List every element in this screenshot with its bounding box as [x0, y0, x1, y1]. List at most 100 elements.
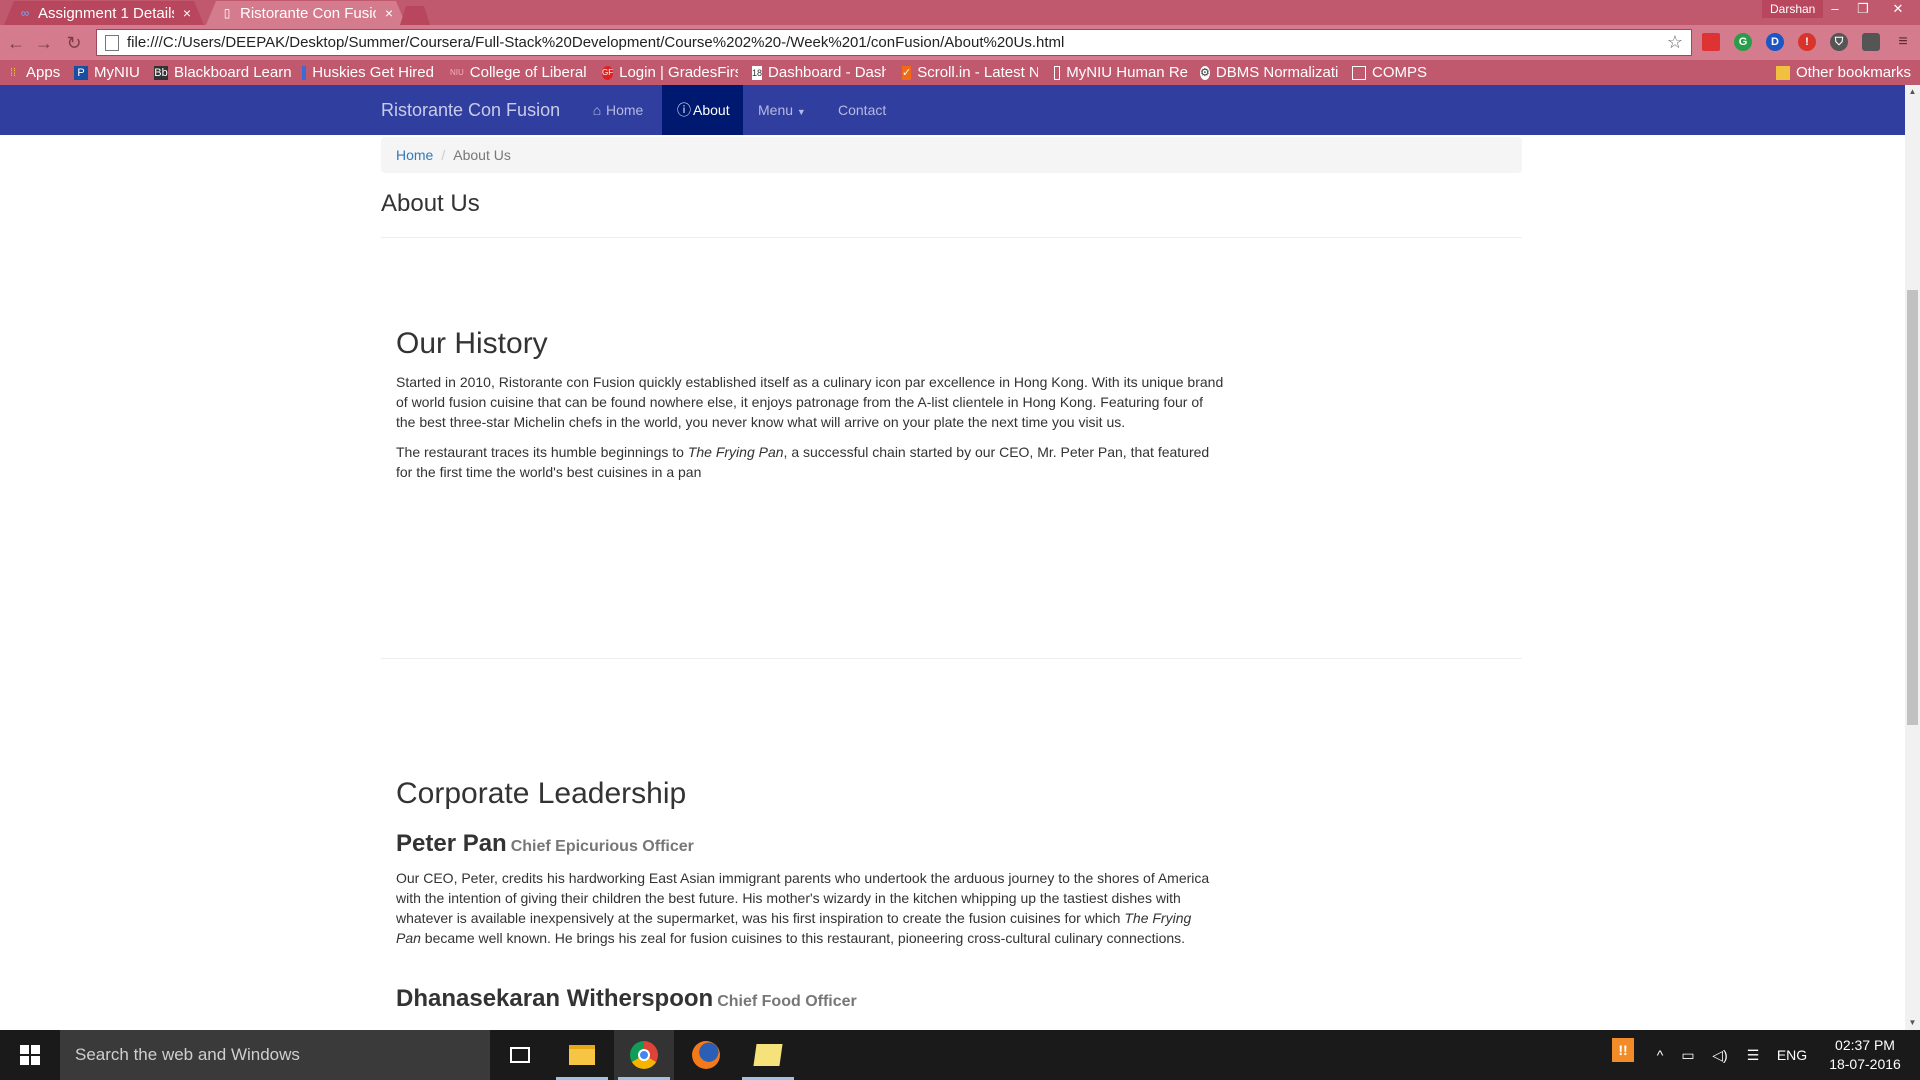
breadcrumb-current: About Us — [453, 147, 511, 163]
forward-arrow-icon[interactable]: → — [32, 32, 56, 54]
divider — [381, 658, 1522, 659]
bookmark-myniu-hr[interactable]: MyNIU Human Re — [1054, 63, 1188, 82]
new-tab-button[interactable] — [400, 6, 430, 25]
navbar-brand[interactable]: Ristorante Con Fusion — [381, 85, 560, 135]
breadcrumb: Home / About Us — [381, 137, 1522, 173]
tab-assignment-details[interactable]: ∞ Assignment 1 Details × — [4, 1, 204, 25]
task-view-icon[interactable] — [490, 1030, 550, 1080]
bookmark-label: MyNIU — [94, 64, 140, 81]
battery-icon[interactable]: ▭ — [1674, 1030, 1702, 1080]
history-heading: Our History — [396, 327, 548, 360]
nav-menu-dropdown[interactable]: Menu ▼ — [743, 85, 821, 135]
sticky-notes-icon[interactable] — [738, 1030, 798, 1080]
breadcrumb-separator: / — [441, 147, 446, 163]
chrome-icon[interactable] — [614, 1030, 674, 1080]
profile-button[interactable]: Darshan — [1762, 0, 1824, 18]
info-icon: ⓘ — [677, 102, 691, 118]
scrollbar-thumb[interactable] — [1907, 290, 1918, 725]
scroll-up-arrow-icon[interactable]: ▲ — [1905, 86, 1920, 98]
dbms-icon: ⚙ — [1200, 65, 1210, 80]
address-bar[interactable]: file:///C:/Users/DEEPAK/Desktop/Summer/C… — [96, 29, 1692, 56]
nav-label: Menu — [758, 102, 794, 118]
caret-down-icon: ▼ — [796, 107, 806, 117]
nav-label: Home — [606, 102, 644, 118]
other-bookmarks[interactable]: Other bookmarks — [1776, 63, 1911, 82]
leader-name: Dhanasekaran Witherspoon Chief Food Offic… — [396, 985, 857, 1012]
firefox-icon[interactable] — [676, 1030, 736, 1080]
leadership-heading: Corporate Leadership — [396, 777, 687, 810]
nav-contact[interactable]: Contact — [823, 85, 901, 135]
start-button[interactable] — [0, 1030, 60, 1080]
back-arrow-icon[interactable]: ← — [4, 32, 28, 54]
scroll-down-arrow-icon[interactable]: ▼ — [1905, 1017, 1920, 1029]
close-window-icon[interactable]: ✕ — [1876, 0, 1920, 18]
breadcrumb-home-link[interactable]: Home — [396, 147, 433, 163]
leader-role: Chief Epicurious Officer — [510, 838, 694, 855]
action-center-icon[interactable]: ☰ — [1738, 1030, 1768, 1080]
page-icon: ▯ — [223, 6, 231, 20]
history-paragraph-2: The restaurant traces its humble beginni… — [396, 444, 1210, 480]
bookmark-blackboard[interactable]: Bb Blackboard Learn — [154, 63, 292, 82]
extension-shield-red-icon[interactable]: ! — [1798, 33, 1816, 51]
leader-role: Chief Food Officer — [717, 993, 857, 1010]
bookmark-myniu[interactable]: P MyNIU — [74, 63, 140, 82]
windows-taskbar: Search the web and Windows !! ^ ▭ ◁) ☰ E… — [0, 1030, 1920, 1080]
extension-d-icon[interactable]: D — [1766, 33, 1784, 51]
volume-icon[interactable]: ◁) — [1706, 1030, 1734, 1080]
file-explorer-icon[interactable] — [552, 1030, 612, 1080]
extension-shield-icon[interactable]: ⛉ — [1830, 33, 1848, 51]
leader-bio: Our CEO, Peter, credits his hardworking … — [396, 870, 1210, 946]
clock-date: 18-07-2016 — [1829, 1056, 1901, 1072]
calendar-icon: 18 — [752, 65, 763, 80]
tab-title: Assignment 1 Details — [38, 4, 174, 22]
bookmark-label: Scroll.in - Latest N — [917, 64, 1038, 81]
bookmark-comps[interactable]: COMPS — [1352, 63, 1427, 82]
extension-lock-icon[interactable] — [1862, 33, 1880, 51]
bookmark-scroll[interactable]: ✓ Scroll.in - Latest N — [902, 63, 1038, 82]
tray-chevron-up-icon[interactable]: ^ — [1648, 1030, 1672, 1080]
bookmark-label: MyNIU Human Re — [1066, 64, 1188, 81]
folder-icon — [1776, 65, 1790, 80]
leader-name: Peter Pan Chief Epicurious Officer — [396, 830, 694, 857]
menu-icon[interactable]: ≡ — [1894, 33, 1912, 51]
bookmark-gradesfirst[interactable]: GF Login | GradesFirst — [602, 63, 738, 82]
apps-grid-icon: ⁞⁞ — [9, 66, 17, 79]
reload-icon[interactable]: ↻ — [62, 32, 86, 54]
bookmark-huskies[interactable]: Huskies Get Hired — [302, 63, 434, 82]
taskbar-clock[interactable]: 02:37 PM 18-07-2016 — [1820, 1036, 1910, 1074]
bookmark-dbms[interactable]: ⚙ DBMS Normalization — [1200, 63, 1338, 82]
blackboard-icon: Bb — [154, 65, 168, 80]
frying-pan-emphasis: The Frying Pan — [687, 444, 784, 460]
language-indicator[interactable]: ENG — [1772, 1030, 1812, 1080]
bookmark-label: Other bookmarks — [1796, 64, 1912, 81]
maximize-icon[interactable]: ❐ — [1848, 0, 1878, 18]
bookmark-star-icon[interactable]: ☆ — [1667, 32, 1683, 53]
bookmarks-bar: ⁞⁞ Apps P MyNIU Bb Blackboard Learn Husk… — [0, 60, 1920, 85]
nav-about[interactable]: ⓘ About — [662, 85, 743, 135]
nav-home[interactable]: ⌂ Home — [575, 85, 658, 135]
page-content: Home / About Us About Us Our History Sta… — [0, 135, 1905, 1030]
browser-toolbar: ← → ↻ file:///C:/Users/DEEPAK/Desktop/Su… — [0, 25, 1920, 60]
divider — [381, 237, 1522, 238]
square-icon — [302, 65, 307, 80]
minimize-icon[interactable]: – — [1820, 0, 1850, 18]
close-icon[interactable]: × — [382, 5, 396, 21]
url-text[interactable]: file:///C:/Users/DEEPAK/Desktop/Summer/C… — [127, 34, 1667, 51]
nav-label: Contact — [838, 102, 887, 118]
close-icon[interactable]: × — [180, 5, 194, 21]
taskbar-search-box[interactable]: Search the web and Windows — [60, 1030, 490, 1080]
extension-red-icon[interactable] — [1702, 33, 1720, 51]
niu-icon: NIU — [450, 67, 464, 77]
tab-ristorante[interactable]: ▯ Ristorante Con Fusion × — [206, 1, 406, 25]
bookmark-label: Huskies Get Hired — [312, 64, 434, 81]
clock-time: 02:37 PM — [1835, 1037, 1895, 1053]
bookmark-label: COMPS — [1372, 64, 1428, 81]
bookmark-dashboard[interactable]: 18 Dashboard - Dashboard — [752, 63, 886, 82]
notification-alert-icon[interactable]: !! — [1608, 1030, 1636, 1080]
grammarly-icon[interactable]: G — [1734, 33, 1752, 51]
p-icon: P — [74, 65, 88, 80]
bookmark-college[interactable]: NIU College of Liberal — [450, 63, 586, 82]
site-navbar: Ristorante Con Fusion ⌂ Home ⓘ About Menu … — [0, 85, 1905, 135]
bookmark-label: Login | GradesFirst — [619, 64, 738, 81]
bookmark-apps[interactable]: ⁞⁞ Apps — [6, 63, 60, 82]
